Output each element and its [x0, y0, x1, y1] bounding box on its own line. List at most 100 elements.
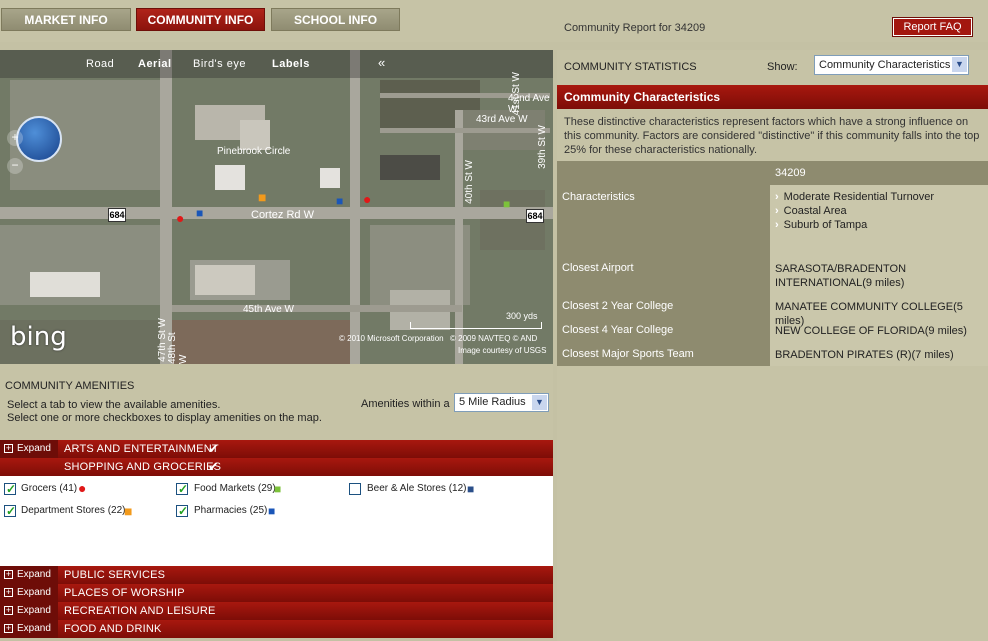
- tab-school-info[interactable]: SCHOOL INFO: [271, 8, 400, 31]
- expand-button[interactable]: + Expand: [0, 584, 58, 602]
- radius-select[interactable]: 5 Mile Radius ▼: [454, 393, 549, 412]
- expand-button[interactable]: + Expand: [0, 620, 58, 638]
- category-row-worship[interactable]: + Expand PLACES OF WORSHIP: [0, 584, 553, 602]
- map-copyright: Image courtesy of USGS: [458, 346, 547, 355]
- aerial-map[interactable]: Road Aerial Bird's eye Labels « + − Pine…: [0, 50, 553, 364]
- scale-label: 300 yds: [506, 311, 538, 321]
- airport-value: SARASOTA/BRADENTON INTERNATIONAL(9 miles…: [775, 263, 907, 289]
- amenity-food-markets[interactable]: Food Markets (29) ■: [176, 481, 326, 497]
- category-row-food-drink[interactable]: + Expand FOOD AND DRINK: [0, 620, 553, 638]
- scale-bar: [410, 322, 542, 329]
- radius-value: 5 Mile Radius: [459, 396, 526, 408]
- map-copyright: © 2009 NAVTEQ © AND: [450, 334, 538, 343]
- map-imagery: [0, 50, 553, 364]
- expand-label: Expand: [17, 623, 51, 634]
- map-view-road[interactable]: Road: [86, 58, 114, 70]
- plus-icon: +: [4, 623, 13, 633]
- map-view-labels[interactable]: Labels: [272, 58, 310, 70]
- chevron-down-icon[interactable]: ▼: [532, 395, 547, 410]
- food-market-marker-icon[interactable]: ■: [503, 197, 510, 211]
- plus-icon: +: [4, 443, 13, 453]
- expand-button[interactable]: + Expand: [0, 602, 58, 620]
- row-label: Closest Major Sports Team: [562, 348, 694, 360]
- street-label: 40th St W: [464, 160, 475, 204]
- street-label: 39th St W: [537, 125, 548, 169]
- amenity-label: Pharmacies (25): [194, 505, 268, 516]
- category-label: PLACES OF WORSHIP: [64, 587, 185, 599]
- department-store-marker-icon[interactable]: ■: [258, 189, 266, 205]
- report-title: Community Report for 34209: [564, 22, 706, 34]
- amenity-label: Grocers (41): [21, 483, 78, 494]
- checkbox[interactable]: [176, 503, 188, 519]
- amenity-department-stores[interactable]: Department Stores (22) ■: [4, 503, 164, 519]
- amenity-beer-ale[interactable]: Beer & Ale Stores (12) ■: [349, 481, 499, 497]
- grocer-marker-icon[interactable]: ●: [176, 210, 184, 226]
- amenity-grocers[interactable]: Grocers (41) ●: [4, 480, 164, 497]
- amenities-title: COMMUNITY AMENITIES: [5, 380, 135, 392]
- show-value: Community Characteristics: [819, 59, 951, 71]
- grocer-marker-icon[interactable]: ●: [363, 191, 371, 207]
- row-label: Closest 2 Year College: [562, 300, 674, 312]
- row-label: Closest Airport: [562, 262, 634, 274]
- report-faq-button[interactable]: Report FAQ: [892, 17, 973, 37]
- tab-market-info[interactable]: MARKET INFO: [1, 8, 131, 31]
- map-view-birds-eye[interactable]: Bird's eye: [193, 58, 246, 70]
- checkbox[interactable]: [349, 483, 361, 495]
- checkbox[interactable]: [176, 481, 188, 497]
- amenity-label: Beer & Ale Stores (12): [367, 483, 467, 494]
- shirt-icon: ■: [124, 503, 133, 519]
- street-label: 43rd Ave W: [476, 114, 528, 125]
- zoom-out-icon[interactable]: −: [7, 158, 23, 174]
- characteristic-item: Suburb of Tampa: [775, 219, 868, 231]
- map-copyright: © 2010 Microsoft Corporation: [339, 334, 444, 343]
- amenities-instructions: Select a tab to view the available ameni…: [7, 399, 221, 411]
- amenities-panel: COMMUNITY AMENITIES Select a tab to view…: [0, 364, 553, 440]
- expand-label: Expand: [17, 605, 51, 616]
- row-label: Closest 4 Year College: [562, 324, 674, 336]
- checkbox[interactable]: [4, 481, 16, 497]
- checkbox[interactable]: [4, 503, 16, 519]
- collapse-toolbar-icon[interactable]: «: [378, 55, 386, 70]
- pharmacy-icon: ■: [268, 504, 276, 518]
- expand-button[interactable]: + Expand: [0, 440, 58, 458]
- amenity-label: Department Stores (22): [21, 505, 126, 516]
- pharmacy-marker-icon[interactable]: ■: [336, 194, 343, 208]
- plus-icon: +: [4, 605, 13, 615]
- section-description: These distinctive characteristics repres…: [564, 116, 980, 156]
- expand-label: Expand: [17, 587, 51, 598]
- category-label: ARTS AND ENTERTAINMENT: [64, 443, 219, 455]
- zip-code: 34209: [775, 167, 806, 179]
- chevron-down-icon[interactable]: ▼: [952, 57, 967, 72]
- category-row-arts[interactable]: + Expand ARTS AND ENTERTAINMENT ✔: [0, 440, 553, 458]
- show-select[interactable]: Community Characteristics ▼: [814, 55, 969, 75]
- amenities-instructions: Select one or more checkboxes to display…: [7, 412, 322, 424]
- expand-button[interactable]: + Expand: [0, 566, 58, 584]
- tab-community-info[interactable]: COMMUNITY INFO: [136, 8, 265, 31]
- amenity-label: Food Markets (29): [194, 483, 276, 494]
- stats-title: COMMUNITY STATISTICS: [564, 61, 697, 73]
- category-row-recreation[interactable]: + Expand RECREATION AND LEISURE: [0, 602, 553, 620]
- characteristic-item: Coastal Area: [775, 205, 847, 217]
- zoom-in-icon[interactable]: +: [7, 130, 23, 146]
- map-view-aerial[interactable]: Aerial: [138, 58, 172, 70]
- checkmark-icon: ✔: [208, 459, 219, 474]
- college4-value: NEW COLLEGE OF FLORIDA(9 miles): [775, 325, 967, 337]
- category-row-shopping[interactable]: SHOPPING AND GROCERIES ✔: [0, 458, 553, 476]
- route-shield: 684: [108, 208, 126, 222]
- show-label: Show:: [767, 61, 798, 73]
- expand-label: Expand: [17, 443, 51, 454]
- row-label: Characteristics: [562, 191, 635, 203]
- bing-logo: bing: [10, 322, 67, 352]
- category-row-public-services[interactable]: + Expand PUBLIC SERVICES: [0, 566, 553, 584]
- street-label: Cortez Rd W: [251, 209, 314, 221]
- amenity-pharmacies[interactable]: Pharmacies (25) ■: [176, 503, 326, 519]
- community-statistics-panel: COMMUNITY STATISTICS Show: Community Cha…: [557, 50, 988, 641]
- category-label: PUBLIC SERVICES: [64, 569, 166, 581]
- street-label: Pinebrook Circle: [217, 146, 291, 157]
- plus-icon: +: [4, 569, 13, 579]
- category-label: FOOD AND DRINK: [64, 623, 162, 635]
- top-bar: MARKET INFO COMMUNITY INFO SCHOOL INFO C…: [0, 0, 988, 42]
- expand-label: Expand: [17, 569, 51, 580]
- map-toolbar: Road Aerial Bird's eye Labels «: [0, 50, 553, 78]
- pharmacy-marker-icon[interactable]: ■: [196, 206, 203, 220]
